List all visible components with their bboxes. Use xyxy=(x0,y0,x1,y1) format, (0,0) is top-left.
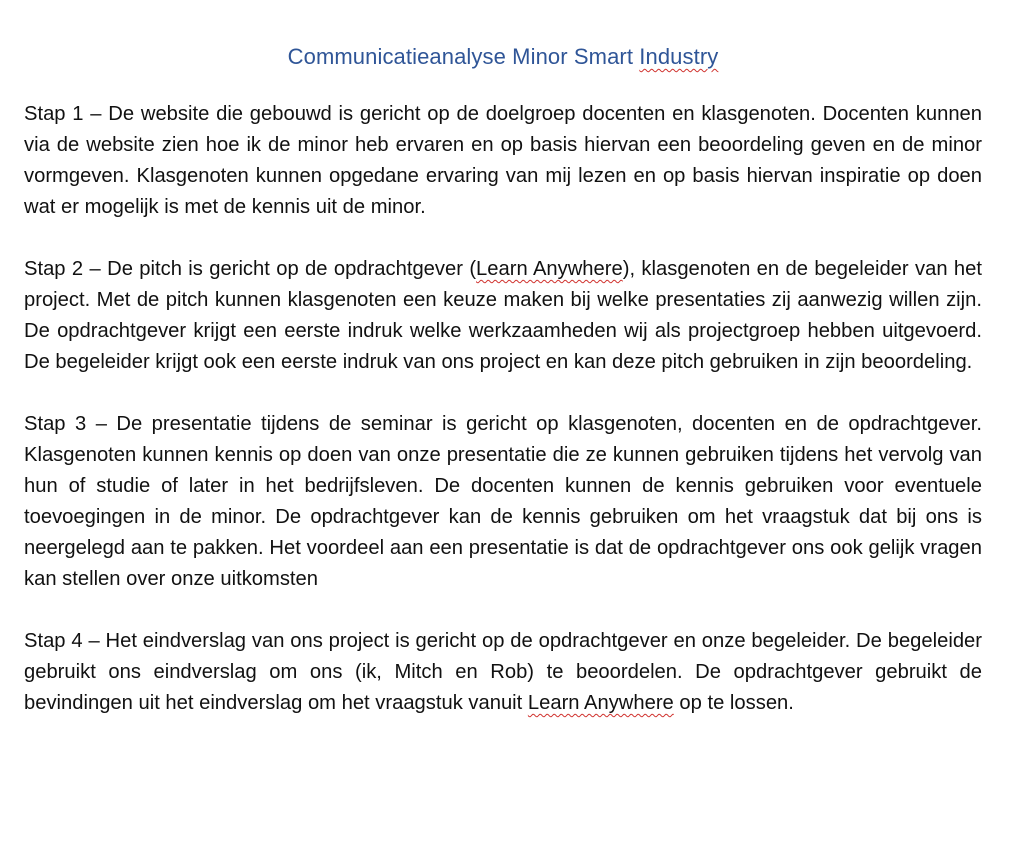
document-title: Communicatieanalyse Minor Smart Industry xyxy=(24,42,982,72)
step-4-text-end: op te lossen. xyxy=(679,692,794,714)
step-2-text-start: Stap 2 – De pitch is gericht op de opdra… xyxy=(24,258,477,280)
step-2-misspelled-name: Learn Anywhere xyxy=(476,258,623,280)
title-text: Communicatieanalyse Minor Smart xyxy=(287,44,634,69)
title-misspelled-word: Industry xyxy=(639,44,719,69)
document-page: Communicatieanalyse Minor Smart Industry… xyxy=(24,0,982,719)
paragraph-step-3: Stap 3 – De presentatie tijdens de semin… xyxy=(24,413,982,590)
step-4-misspelled-name: Learn Anywhere xyxy=(527,692,674,714)
paragraph-step-1: Stap 1 – De website die gebouwd is geric… xyxy=(24,103,982,218)
paragraph-step-4: Stap 4 – Het eindverslag van ons project… xyxy=(24,626,982,719)
paragraph-step-2: Stap 2 – De pitch is gericht op de opdra… xyxy=(24,254,982,378)
step-4-text-start: Stap 4 – Het eindverslag van ons project… xyxy=(24,630,982,714)
